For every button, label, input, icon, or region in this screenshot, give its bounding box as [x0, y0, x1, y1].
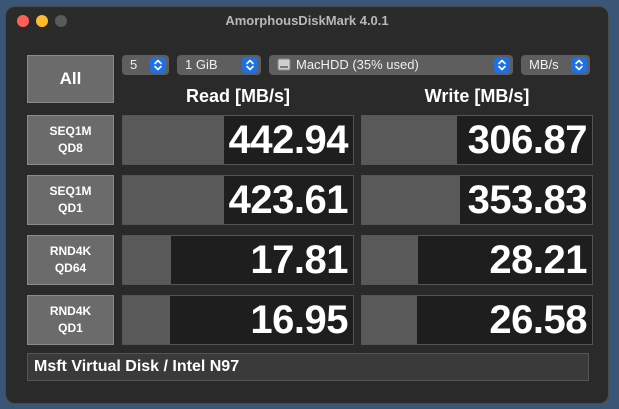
- test-queue-depth: QD1: [58, 321, 83, 335]
- read-result-rnd4k-qd64: 17.81: [122, 235, 354, 285]
- device-info-field[interactable]: Msft Virtual Disk / Intel N97: [27, 353, 589, 381]
- write-column-header: Write [MB/s]: [424, 86, 530, 106]
- test-queue-depth: QD1: [58, 201, 83, 215]
- up-down-chevron-icon: [242, 57, 258, 73]
- test-button-seq1m-qd8[interactable]: SEQ1M QD8: [27, 115, 114, 165]
- read-value: 16.95: [250, 298, 348, 342]
- app-window: AmorphousDiskMark 4.0.1 All 5 1 GiB MacH…: [5, 6, 609, 404]
- test-count-select[interactable]: 5: [122, 55, 169, 75]
- window-title: AmorphousDiskMark 4.0.1: [225, 13, 389, 28]
- up-down-chevron-icon: [571, 57, 587, 73]
- read-bar: [123, 236, 171, 284]
- write-value: 26.58: [489, 298, 587, 342]
- test-count-value: 5: [130, 57, 138, 72]
- write-bar: [362, 176, 460, 224]
- test-queue-depth: QD64: [54, 261, 87, 275]
- title-bar[interactable]: AmorphousDiskMark 4.0.1: [6, 7, 608, 35]
- write-bar: [362, 296, 417, 344]
- write-result-seq1m-qd1: 353.83: [361, 175, 593, 225]
- test-button-seq1m-qd1[interactable]: SEQ1M QD1: [27, 175, 114, 225]
- test-name: SEQ1M: [49, 124, 92, 138]
- up-down-chevron-icon: [150, 57, 166, 73]
- drive-value: MacHDD (35% used): [296, 57, 419, 72]
- write-result-seq1m-qd8: 306.87: [361, 115, 593, 165]
- write-value: 353.83: [467, 178, 588, 222]
- hard-drive-icon: [277, 58, 291, 74]
- test-button-rnd4k-qd1[interactable]: RND4K QD1: [27, 295, 114, 345]
- read-column-header: Read [MB/s]: [185, 86, 290, 106]
- drive-select[interactable]: MacHDD (35% used): [269, 55, 513, 75]
- read-value: 442.94: [228, 118, 349, 162]
- test-size-select[interactable]: 1 GiB: [177, 55, 261, 75]
- test-name: SEQ1M: [49, 184, 92, 198]
- write-bar: [362, 236, 418, 284]
- test-name: RND4K: [49, 244, 92, 258]
- read-result-seq1m-qd1: 423.61: [122, 175, 354, 225]
- write-bar: [362, 116, 458, 164]
- test-size-value: 1 GiB: [185, 57, 218, 72]
- read-value: 423.61: [228, 178, 349, 222]
- read-value: 17.81: [250, 238, 348, 282]
- read-bar: [123, 176, 224, 224]
- read-bar: [123, 116, 225, 164]
- run-all-button[interactable]: All: [27, 55, 114, 103]
- write-result-rnd4k-qd1: 26.58: [361, 295, 593, 345]
- test-queue-depth: QD8: [58, 141, 83, 155]
- test-name: RND4K: [49, 304, 92, 318]
- unit-select[interactable]: MB/s: [521, 55, 590, 75]
- read-result-seq1m-qd8: 442.94: [122, 115, 354, 165]
- read-bar: [123, 296, 171, 344]
- write-result-rnd4k-qd64: 28.21: [361, 235, 593, 285]
- up-down-chevron-icon: [494, 57, 510, 73]
- read-result-rnd4k-qd1: 16.95: [122, 295, 354, 345]
- unit-value: MB/s: [529, 57, 559, 72]
- write-value: 306.87: [467, 118, 588, 162]
- write-value: 28.21: [489, 238, 587, 282]
- test-button-rnd4k-qd64[interactable]: RND4K QD64: [27, 235, 114, 285]
